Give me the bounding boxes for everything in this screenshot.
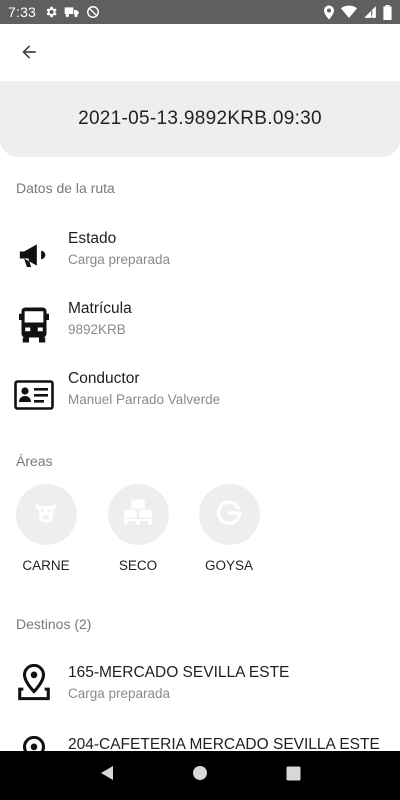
back-button[interactable] bbox=[14, 39, 44, 69]
section-route-data: Datos de la ruta bbox=[16, 180, 115, 196]
status-left-icons bbox=[44, 5, 100, 19]
area-goysa[interactable]: GOYSA bbox=[198, 484, 260, 573]
pallet-boxes-icon bbox=[122, 498, 154, 531]
destination-title: 165-MERCADO SEVILLA ESTE bbox=[68, 664, 290, 681]
app-bar bbox=[0, 24, 400, 81]
route-code-card: 2021-05-13.9892KRB.09:30 bbox=[0, 81, 400, 157]
section-areas: Áreas bbox=[16, 453, 53, 469]
matricula-value: 9892KRB bbox=[68, 322, 126, 337]
info-row-conductor: Conductor Manuel Parrado Valverde bbox=[0, 366, 400, 422]
destination-status: Carga preparada bbox=[68, 686, 171, 701]
info-row-matricula: Matrícula 9892KRB bbox=[0, 296, 400, 352]
route-code: 2021-05-13.9892KRB.09:30 bbox=[78, 108, 322, 129]
g-logo-icon bbox=[215, 498, 243, 531]
area-goysa-circle bbox=[198, 484, 260, 545]
area-seco[interactable]: SECO bbox=[107, 484, 169, 573]
system-nav-bar bbox=[0, 751, 400, 800]
area-goysa-label: GOYSA bbox=[204, 558, 253, 573]
destination-item[interactable]: 165-MERCADO SEVILLA ESTE Carga preparada bbox=[0, 660, 400, 720]
section-destinations: Destinos (2) bbox=[16, 616, 92, 632]
location-icon bbox=[323, 5, 335, 20]
truck-icon bbox=[64, 5, 80, 19]
wifi-icon bbox=[341, 5, 357, 19]
status-right-icons bbox=[323, 4, 392, 20]
do-not-disturb-icon bbox=[86, 5, 100, 19]
nav-back-icon bbox=[99, 765, 115, 786]
nav-home-icon bbox=[192, 765, 208, 786]
gear-icon bbox=[44, 5, 58, 19]
nav-back-button[interactable] bbox=[87, 756, 127, 796]
status-time: 7:33 bbox=[8, 4, 37, 20]
estado-value: Carga preparada bbox=[68, 252, 171, 267]
area-carne[interactable]: CARNE bbox=[15, 484, 77, 573]
area-seco-label: SECO bbox=[118, 558, 158, 573]
map-marker-icon bbox=[16, 662, 52, 702]
nav-recents-icon bbox=[286, 766, 301, 786]
status-bar: 7:33 bbox=[0, 0, 400, 24]
info-row-estado: Estado Carga preparada bbox=[0, 226, 400, 282]
megaphone-icon bbox=[13, 234, 55, 276]
estado-label: Estado bbox=[68, 230, 117, 247]
area-carne-label: CARNE bbox=[22, 558, 70, 573]
signal-icon bbox=[363, 5, 377, 19]
nav-home-button[interactable] bbox=[180, 756, 220, 796]
area-seco-circle bbox=[107, 484, 169, 545]
conductor-value: Manuel Parrado Valverde bbox=[68, 392, 221, 407]
id-card-icon bbox=[13, 374, 55, 416]
truck-front-icon bbox=[13, 304, 55, 346]
battery-icon bbox=[383, 4, 392, 20]
arrow-back-icon bbox=[19, 42, 39, 67]
nav-recents-button[interactable] bbox=[273, 756, 313, 796]
cow-icon bbox=[32, 498, 60, 531]
area-carne-circle bbox=[15, 484, 77, 545]
conductor-label: Conductor bbox=[68, 370, 140, 387]
matricula-label: Matrícula bbox=[68, 300, 132, 317]
